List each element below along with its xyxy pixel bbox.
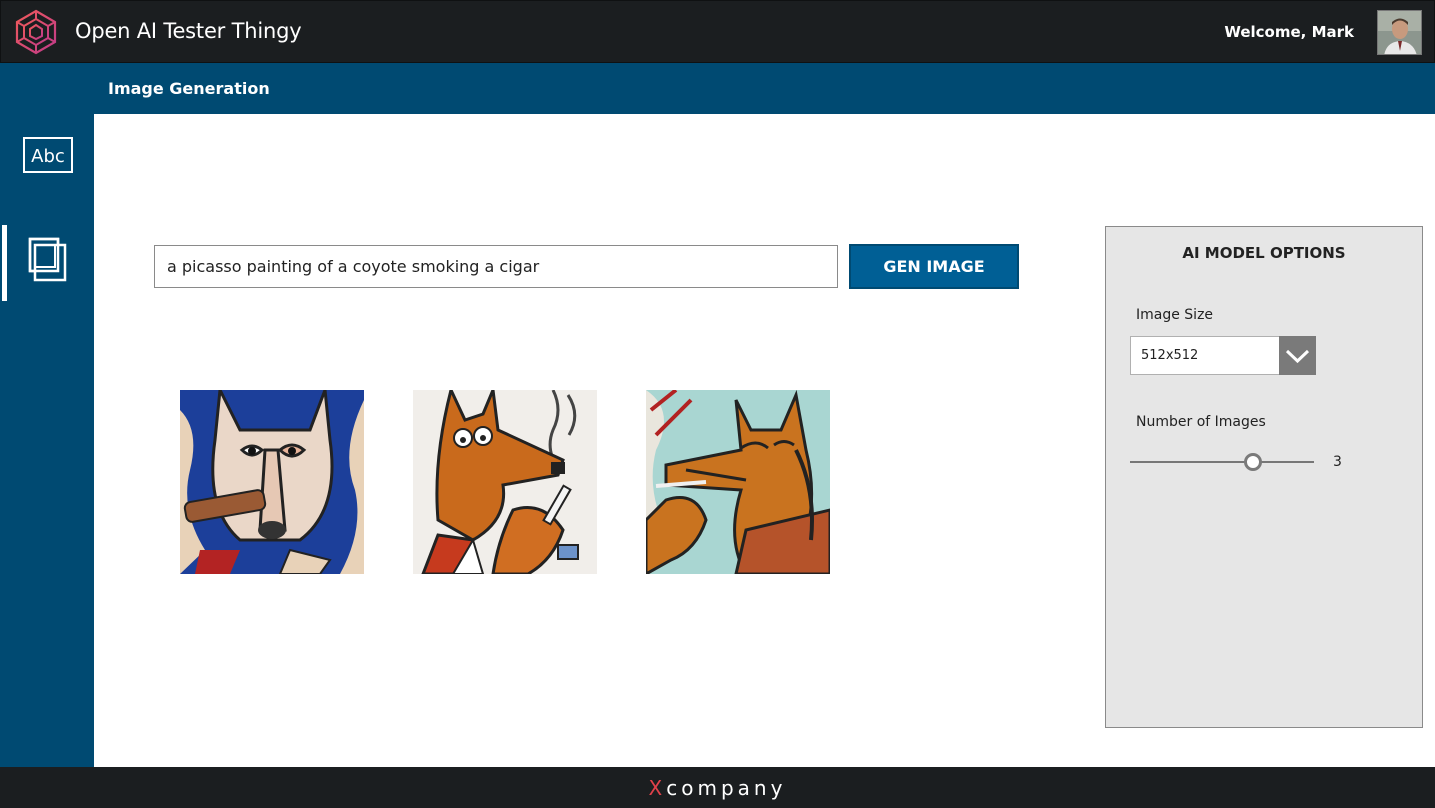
coyote-painting-blue <box>180 390 364 574</box>
sidebar-item-images[interactable] <box>0 225 94 305</box>
coyote-painting-white <box>413 390 597 574</box>
slider-thumb[interactable] <box>1244 453 1262 471</box>
user-photo <box>1378 11 1421 54</box>
gen-image-button[interactable]: GEN IMAGE <box>849 244 1019 289</box>
section-header: Image Generation <box>0 63 1435 114</box>
num-images-value: 3 <box>1333 454 1342 470</box>
brand-x: X <box>648 776 667 800</box>
prompt-input[interactable] <box>154 245 838 288</box>
app-logo-icon <box>15 9 57 55</box>
num-images-label: Number of Images <box>1136 414 1266 430</box>
top-bar: Open AI Tester Thingy Welcome, Mark <box>0 0 1435 63</box>
sidebar-item-label: Abc <box>31 146 65 167</box>
generated-image-2[interactable] <box>413 390 597 574</box>
chevron-down-icon[interactable] <box>1279 336 1316 375</box>
coyote-painting-teal <box>646 390 830 574</box>
brand-name: company <box>666 776 787 800</box>
app-title: Open AI Tester Thingy <box>75 19 302 43</box>
image-size-label: Image Size <box>1136 307 1214 323</box>
generated-image-3[interactable] <box>646 390 830 574</box>
slider-track <box>1130 461 1314 463</box>
generated-image-1[interactable] <box>180 390 364 574</box>
avatar[interactable] <box>1377 10 1422 55</box>
image-size-value: 512x512 <box>1141 348 1199 363</box>
image-stack-icon <box>28 237 67 282</box>
ai-model-options-panel: AI MODEL OPTIONS Image Size 512x512 Numb… <box>1105 226 1423 728</box>
text-icon: Abc <box>23 137 73 173</box>
options-title: AI MODEL OPTIONS <box>1182 244 1346 262</box>
image-size-dropdown[interactable]: 512x512 <box>1130 336 1316 375</box>
footer-brand: Xcompany <box>0 776 1435 800</box>
num-images-slider[interactable] <box>1130 451 1316 473</box>
sidebar: Abc <box>0 114 94 767</box>
footer: Xcompany <box>0 767 1435 808</box>
sidebar-item-text[interactable]: Abc <box>0 114 94 194</box>
page-title: Image Generation <box>108 79 270 98</box>
welcome-text: Welcome, Mark <box>1224 23 1354 41</box>
